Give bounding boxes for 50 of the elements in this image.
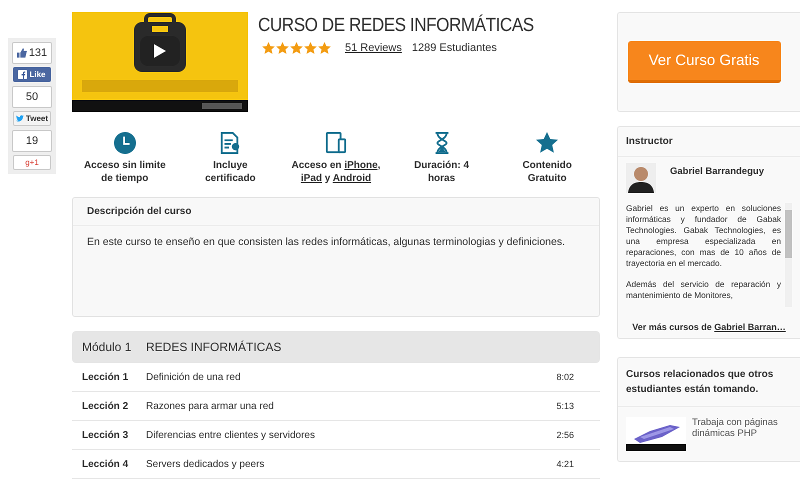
feature-label: Acceso sin limite de tiempo: [82, 159, 167, 185]
share-count: 131: [12, 42, 52, 64]
star-icon: [536, 132, 558, 154]
related-course-link[interactable]: Trabaja con páginas dinámicas PHP: [692, 417, 792, 451]
star-icon: [276, 42, 289, 54]
module-label: Módulo 1: [81, 340, 132, 354]
instructor-link[interactable]: Gabriel Barran…: [714, 322, 786, 332]
description-text: En este curso te enseño en que consisten las redes informáticas, algunas terminologias y definiciones.: [87, 236, 566, 248]
module-title: REDES INFORMÁTICAS: [146, 340, 282, 354]
play-button[interactable]: [140, 36, 180, 66]
star-icon: [304, 42, 317, 54]
certificate-icon: [219, 132, 242, 154]
platform-link[interactable]: Android: [332, 173, 372, 184]
scrollbar[interactable]: [785, 203, 792, 307]
feature-text: Acceso en: [292, 160, 342, 171]
lesson-row[interactable]: Lección 1 Definición de una red 8:02: [72, 363, 600, 392]
feature-label: Duración: 4 horas: [413, 159, 470, 185]
feature-label: Incluye certificado: [204, 159, 257, 185]
avatar: [626, 163, 656, 193]
share-count: 19: [12, 130, 52, 152]
lesson-row[interactable]: Lección 4 Servers dedicados y peers 4:21: [72, 450, 600, 479]
platform-link[interactable]: iPhone,: [344, 160, 380, 171]
lesson-row[interactable]: Lección 2 Razones para armar una red 5:13: [72, 392, 600, 421]
panel-heading: Instructor: [618, 127, 800, 157]
course-title: CURSO DE REDES INFORMÁTICAS: [258, 15, 534, 37]
facebook-icon: [18, 70, 28, 79]
star-icon: [262, 42, 275, 54]
play-icon: [154, 44, 166, 58]
share-button[interactable]: Like: [13, 67, 51, 82]
feature-label: Contenido Gratuito: [521, 159, 573, 185]
bird-icon: [16, 114, 24, 123]
bio-paragraph: Gabriel es un experto en soluciones informáticas y fundador de Gabak Technologies. Gabak Technologies, es una empresa especializada en reparaciones, con mas de 10 años de trayectoria en el mercado.: [626, 203, 781, 269]
star-icon: [318, 42, 331, 54]
students-count: 1289 Estudiantes: [412, 42, 497, 54]
tablet-icon: [324, 132, 347, 154]
thumbs-up-icon: [16, 48, 27, 58]
share-count: 50: [12, 86, 52, 108]
bio-paragraph: Además del servicio de reparación y mantenimiento de Monitores,: [626, 279, 781, 301]
share-button[interactable]: g+1: [13, 155, 51, 170]
reviews-link[interactable]: 51 Reviews: [345, 42, 402, 54]
platform-link[interactable]: iPad: [300, 173, 322, 184]
clock-icon: [114, 132, 136, 154]
lesson-row[interactable]: Lección 3 Diferencias entre clientes y servidores 2:56: [72, 421, 600, 450]
joiner-text: y: [324, 173, 332, 184]
star-icon: [290, 42, 303, 54]
panel-heading: Descripción del curso: [73, 198, 599, 226]
panel-heading: Cursos relacionados que otros estudiantes están tomando.: [618, 358, 800, 407]
share-button[interactable]: Tweet: [13, 111, 51, 126]
instructor-name: Gabriel Barrandeguy: [670, 166, 764, 177]
more-courses-text: Ver más cursos de Gabriel Barran…: [631, 322, 787, 332]
